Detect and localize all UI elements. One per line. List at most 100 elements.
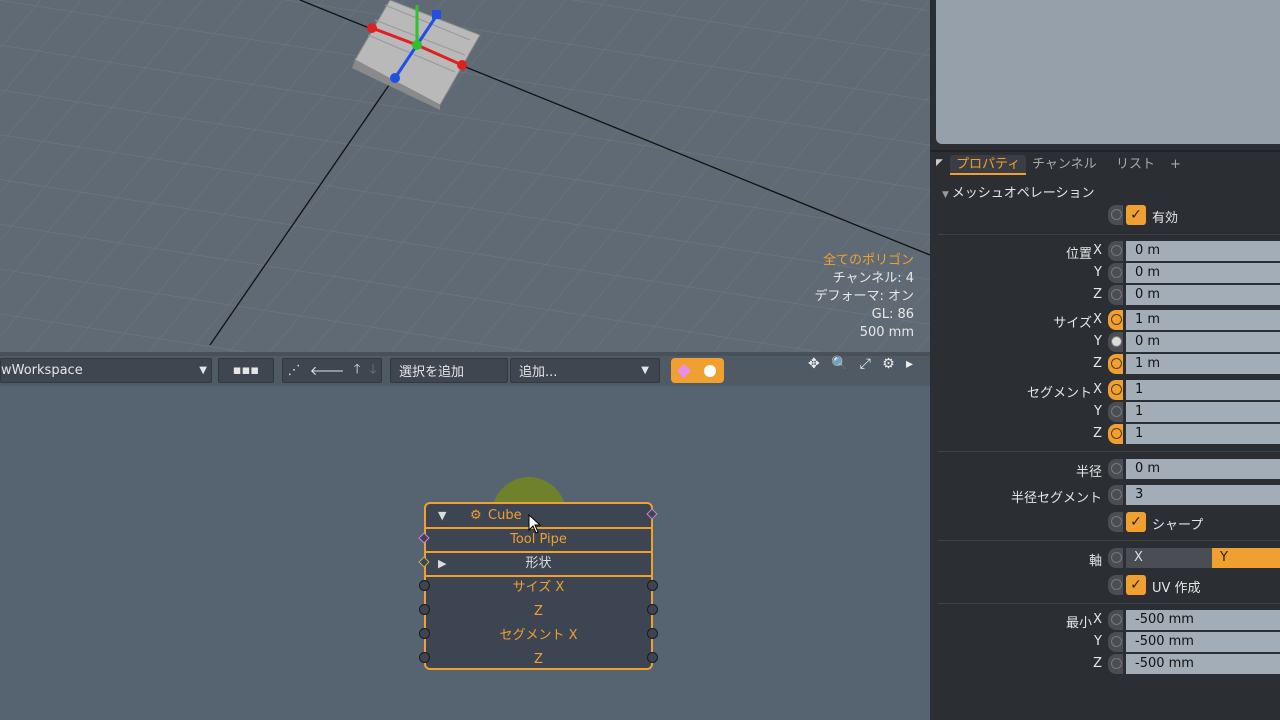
indicator[interactable]	[1108, 512, 1123, 532]
info-channels: チャンネル: 4	[832, 271, 914, 286]
segment-z-field[interactable]: 1	[1126, 424, 1280, 444]
indicator-active[interactable]	[1108, 380, 1123, 400]
axis-y-label: Y	[1094, 634, 1102, 649]
input-port[interactable]	[419, 580, 430, 591]
position-x-field[interactable]: 0 m	[1126, 241, 1280, 261]
radius-segment-field[interactable]: 3	[1126, 485, 1280, 505]
indicator[interactable]	[1108, 263, 1123, 283]
axis-x-label: X	[1093, 612, 1102, 627]
indicator[interactable]	[1108, 632, 1123, 652]
select-add-label: 選択を追加	[399, 365, 465, 380]
node-input-segment-z[interactable]: Z	[426, 648, 651, 672]
axis-z-label: Z	[1093, 356, 1102, 371]
play-icon[interactable]: ▸	[906, 356, 913, 376]
indicator[interactable]	[1108, 459, 1123, 479]
3d-viewport[interactable]: 全てのポリゴン チャンネル: 4 デフォーマ: オン GL: 86 500 mm	[0, 0, 930, 352]
output-port[interactable]	[647, 580, 658, 591]
collapse-icon: ▼	[942, 190, 952, 200]
segment-y-field[interactable]: 1	[1126, 402, 1280, 422]
zoom-icon[interactable]: 🔍	[831, 356, 848, 376]
input-port[interactable]	[419, 652, 430, 663]
size-z-field[interactable]: 1 m	[1126, 354, 1280, 374]
min-z-field[interactable]: -500 mm	[1126, 654, 1280, 674]
node-title: Cube	[488, 508, 522, 523]
size-x-field[interactable]: 1 m	[1126, 310, 1280, 330]
info-polygons: 全てのポリゴン	[822, 253, 914, 268]
indicator[interactable]	[1108, 402, 1123, 422]
indicator[interactable]	[1108, 485, 1123, 505]
select-add-button[interactable]: 選択を追加	[390, 358, 508, 383]
position-z-field[interactable]: 0 m	[1126, 285, 1280, 305]
sharp-checkbox[interactable]: ✓	[1126, 512, 1146, 532]
arrow-up-icon[interactable]: 🡑	[354, 360, 361, 382]
min-x-field[interactable]: -500 mm	[1126, 610, 1280, 630]
add-dropdown[interactable]: 追加... ▼	[510, 358, 660, 383]
diamond-icon	[676, 363, 691, 378]
radius-label: 半径	[1075, 465, 1102, 480]
indicator[interactable]	[1108, 548, 1123, 568]
size-y-field[interactable]: 0 m	[1126, 332, 1280, 352]
axis-y-option[interactable]: Y	[1212, 548, 1280, 568]
uv-checkbox[interactable]: ✓	[1126, 575, 1146, 595]
radius-field[interactable]: 0 m	[1126, 459, 1280, 479]
collapse-icon[interactable]: ▼	[438, 504, 446, 528]
indicator[interactable]	[1108, 654, 1123, 674]
chevron-down-icon: ▼	[199, 365, 207, 376]
arrow-down-icon[interactable]: 🡓	[370, 360, 377, 382]
pan-icon[interactable]: ✥	[808, 356, 820, 376]
enabled-checkbox[interactable]: ✓	[1126, 205, 1146, 225]
size-label: サイズ	[1053, 316, 1092, 331]
node-input-size-z[interactable]: Z	[426, 600, 651, 624]
section-title: メッシュオペレーション	[951, 186, 1095, 201]
tab-list[interactable]: リスト	[1110, 155, 1161, 175]
tab-channels[interactable]: チャンネル	[1026, 155, 1103, 175]
output-port[interactable]	[647, 628, 658, 639]
layout-button[interactable]: ▪▪▪	[218, 358, 274, 383]
axis-x-label: X	[1093, 382, 1102, 397]
indicator[interactable]	[1108, 285, 1123, 305]
workspace-dropdown[interactable]: wWorkspace ▼	[0, 358, 212, 383]
input-port[interactable]	[419, 628, 430, 639]
node-shape-row[interactable]: ▶ 形状	[426, 552, 651, 576]
indicator-active[interactable]	[1108, 310, 1123, 330]
node-input-segment-x[interactable]: セグメント X	[426, 624, 651, 648]
axis-x-option[interactable]: X	[1126, 548, 1212, 568]
divider	[938, 234, 1280, 235]
indicator[interactable]	[1108, 241, 1123, 261]
axis-x-label: X	[1093, 243, 1102, 258]
output-port[interactable]	[647, 652, 658, 663]
min-label: 最小	[1065, 616, 1092, 631]
indicator[interactable]	[1108, 332, 1123, 352]
node-shape-label: 形状	[525, 556, 552, 571]
indicator[interactable]	[1108, 575, 1123, 595]
gear-icon[interactable]: ⚙	[882, 356, 895, 376]
output-port[interactable]	[647, 604, 658, 615]
node-input-size-x[interactable]: サイズ X	[426, 576, 651, 600]
position-y-field[interactable]: 0 m	[1126, 263, 1280, 283]
indicator-active[interactable]	[1108, 354, 1123, 374]
color-toggle[interactable]	[671, 358, 724, 383]
fit-icon[interactable]: ⤢	[860, 356, 871, 376]
tab-properties[interactable]: プロパティ	[950, 155, 1027, 175]
indicator[interactable]	[1108, 205, 1123, 225]
corner-icon[interactable]: ◤	[936, 158, 943, 168]
expand-icon[interactable]: ▶	[438, 552, 446, 576]
position-label: 位置	[1065, 247, 1092, 262]
radius-segment-label: 半径セグメント	[1010, 491, 1102, 506]
arrow-left-icon[interactable]: 🡐	[310, 363, 345, 379]
indicator-active[interactable]	[1108, 424, 1123, 444]
input-port[interactable]	[419, 604, 430, 615]
section-header[interactable]: ▼ メッシュオペレーション	[942, 182, 1095, 201]
tree-icon[interactable]: ⋰	[288, 363, 301, 378]
axis-y-label: Y	[1094, 334, 1102, 349]
cube-icon: ⚙	[470, 508, 482, 523]
tab-add[interactable]: +	[1164, 155, 1187, 175]
min-y-field[interactable]: -500 mm	[1126, 632, 1280, 652]
segment-x-field[interactable]: 1	[1126, 380, 1280, 400]
enabled-label: 有効	[1152, 211, 1179, 226]
info-scale: 500 mm	[859, 325, 914, 340]
panel-tabs: ◤ プロパティ チャンネル リスト +	[930, 150, 1280, 176]
indicator[interactable]	[1108, 610, 1123, 630]
upper-panel	[936, 0, 1280, 144]
circle-icon	[704, 364, 717, 377]
